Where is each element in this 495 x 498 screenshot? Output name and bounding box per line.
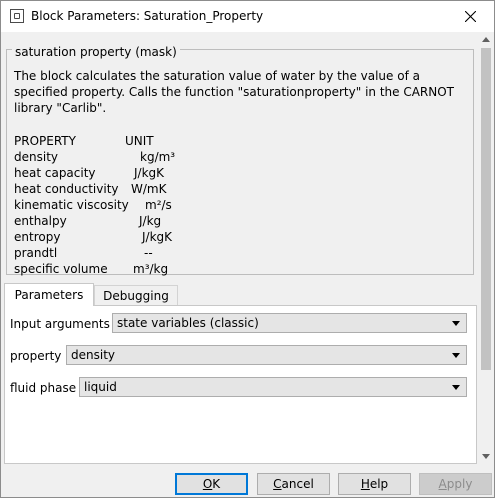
property-unit: -- [144,246,153,260]
help-button[interactable]: Help [338,473,411,495]
close-button[interactable] [448,1,494,32]
scroll-down-arrow-icon[interactable] [482,454,490,459]
window-title: Block Parameters: Saturation_Property [31,9,264,23]
property-name: heat conductivity [14,182,119,196]
property-name: heat capacity [14,166,96,180]
property-value: density [71,348,115,362]
group-frame: saturation property (mask) The block cal… [6,45,474,276]
property-header: PROPERTY [14,134,76,148]
chevron-down-icon [452,353,460,358]
apply-button[interactable]: Apply [419,473,492,495]
fluid-phase-value: liquid [84,380,117,394]
close-icon [465,11,476,22]
property-unit: kg/m³ [140,150,176,164]
title-bar: Block Parameters: Saturation_Property [1,1,494,32]
help-mnemonic: H [360,477,370,491]
property-label: property [10,349,62,363]
chevron-down-icon [452,385,460,390]
cancel-button[interactable]: Cancel [257,473,330,495]
unit-header: UNIT [125,134,154,148]
ok-mnemonic: O [202,477,213,491]
chevron-down-icon [452,321,460,326]
property-unit: J/kgK [142,230,173,244]
scroll-up-arrow-icon[interactable] [482,37,490,42]
vertical-scrollbar[interactable] [478,32,494,464]
property-unit: m²/s [145,198,172,212]
help-label: elp [369,477,389,491]
mask-description-group: saturation property (mask) The block cal… [6,41,474,276]
property-unit: J/kg [139,214,162,228]
property-name: enthalpy [14,214,67,228]
apply-mnemonic: A [438,477,447,491]
property-dropdown[interactable]: density [66,345,467,365]
ok-button[interactable]: OK [175,473,248,495]
property-name: kinematic viscosity [14,198,129,212]
property-unit: J/kgK [134,166,165,180]
property-name: prandtl [14,246,58,260]
property-name: specific volume [14,262,108,276]
block-icon [10,9,24,23]
input-arguments-dropdown[interactable]: state variables (classic) [112,313,467,333]
cancel-label: ancel [281,477,314,491]
input-arguments-value: state variables (classic) [117,316,259,330]
tab-debugging[interactable]: Debugging [94,285,178,305]
group-legend: saturation property (mask) [12,45,180,59]
input-arguments-label: Input arguments [10,317,110,331]
scroll-thumb[interactable] [481,48,491,370]
cancel-mnemonic: C [273,477,282,491]
apply-label: pply [446,477,473,491]
property-name: density [14,150,58,164]
tab-parameters[interactable]: Parameters [4,283,94,306]
fluid-phase-label: fluid phase [10,381,77,395]
dialog-window: Block Parameters: Saturation_Property sa… [0,0,495,498]
property-unit: m³/kg [133,262,169,276]
description-text: The block calculates the saturation valu… [14,69,455,115]
property-unit: W/mK [131,182,167,196]
fluid-phase-dropdown[interactable]: liquid [79,377,467,397]
parameters-panel: Input arguments state variables (classic… [4,305,477,464]
property-name: entropy [14,230,61,244]
ok-label: K [212,477,221,491]
